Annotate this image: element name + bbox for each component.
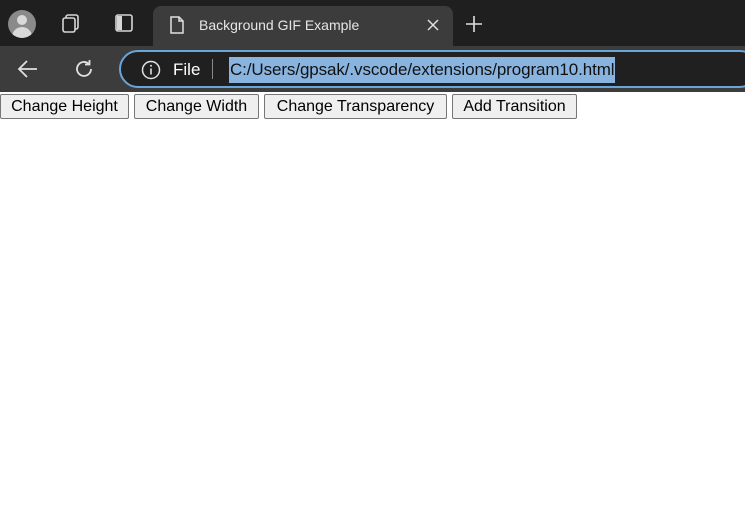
- back-arrow-icon[interactable]: [17, 59, 39, 79]
- profile-avatar-icon[interactable]: [8, 10, 36, 38]
- avatar-shoulders: [12, 27, 32, 38]
- address-bar[interactable]: File C:/Users/gpsak/.vscode/extensions/p…: [119, 50, 745, 88]
- close-icon[interactable]: [426, 18, 440, 32]
- change-width-button[interactable]: Change Width: [134, 94, 259, 119]
- tab-active[interactable]: Background GIF Example: [153, 6, 453, 46]
- page-icon: [170, 16, 184, 34]
- reload-icon[interactable]: [73, 58, 95, 80]
- tab-strip: Background GIF Example: [0, 0, 745, 46]
- tab-title: Background GIF Example: [199, 17, 360, 33]
- browser-toolbar: File C:/Users/gpsak/.vscode/extensions/p…: [0, 46, 745, 92]
- address-separator: [212, 59, 213, 79]
- change-height-button[interactable]: Change Height: [0, 94, 129, 119]
- url-text[interactable]: C:/Users/gpsak/.vscode/extensions/progra…: [229, 57, 616, 83]
- page-content: Change Height Change Width Change Transp…: [0, 92, 745, 506]
- change-transparency-button[interactable]: Change Transparency: [264, 94, 447, 119]
- workspaces-icon[interactable]: [60, 12, 82, 34]
- tab-actions-icon[interactable]: [113, 12, 135, 34]
- avatar-head: [17, 15, 27, 25]
- scheme-label: File: [173, 60, 201, 79]
- add-transition-button[interactable]: Add Transition: [452, 94, 577, 119]
- plus-icon[interactable]: [465, 15, 483, 33]
- info-icon[interactable]: [141, 60, 161, 80]
